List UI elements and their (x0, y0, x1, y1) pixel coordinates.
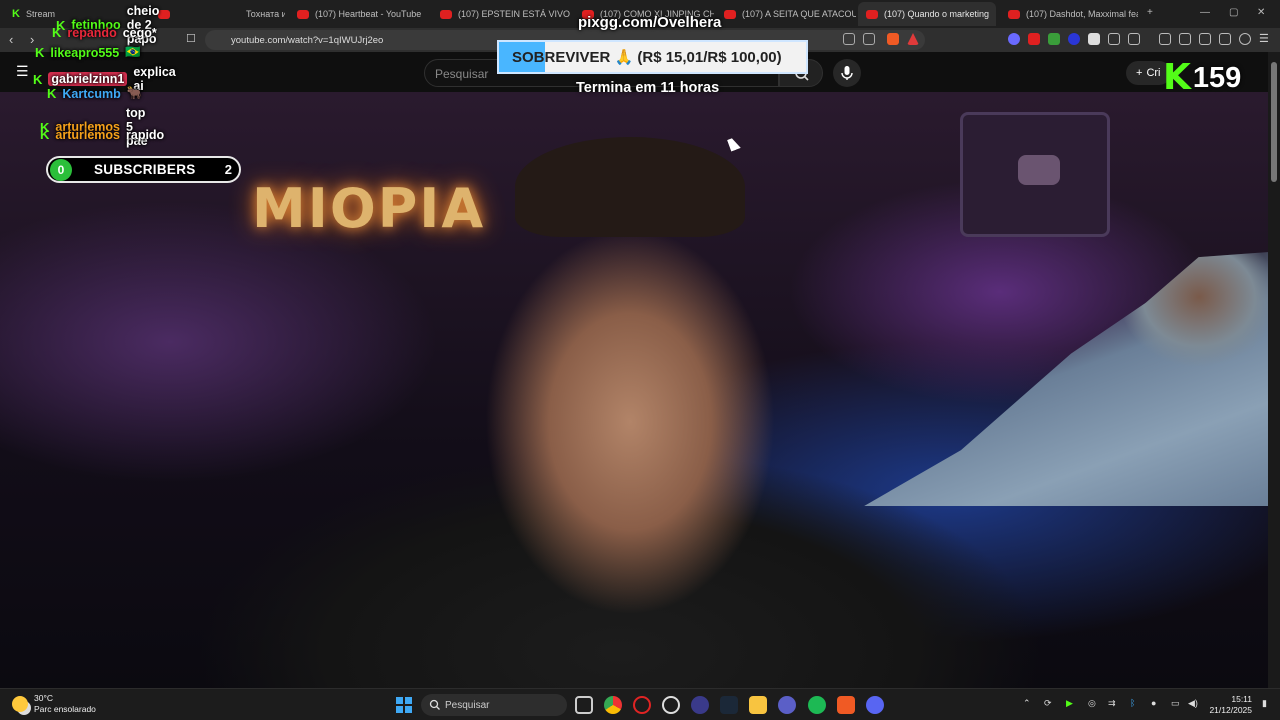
extension-icon[interactable] (1048, 33, 1060, 45)
donation-timer: Termina em 11 horas (576, 80, 720, 96)
cast-icon[interactable] (843, 33, 855, 45)
sync-icon[interactable]: ⟳ (1044, 698, 1052, 709)
taskbar-search[interactable]: Pesquisar (421, 694, 567, 716)
brave-shield-icon[interactable] (887, 33, 899, 45)
youtube-icon (1008, 9, 1020, 19)
kick-logo-icon: K (1163, 57, 1191, 98)
presenter-hair (515, 137, 745, 237)
tab-quando-marketing[interactable]: (107) Quando o marketing ✕ (858, 2, 996, 26)
kick-badge-icon: K (40, 127, 50, 142)
kick-badge-icon: K (47, 86, 57, 101)
new-tab-icon[interactable]: + (1147, 7, 1153, 18)
search-icon (429, 699, 440, 710)
back-icon[interactable]: ‹ (9, 32, 13, 47)
tab-kick-stream[interactable]: K Stream (4, 2, 56, 26)
subscriber-goal: 2 (224, 162, 232, 177)
app-icon[interactable] (691, 696, 709, 714)
app-icon[interactable] (778, 696, 796, 714)
scrollbar-thumb[interactable] (1271, 62, 1277, 182)
task-view-icon[interactable] (575, 696, 593, 714)
kick-badge-icon: K (33, 71, 43, 87)
play-icon[interactable]: ▶ (1066, 698, 1073, 709)
youtube-icon (158, 9, 170, 19)
page-scrollbar[interactable] (1268, 52, 1280, 688)
donation-url: pixgg.com/Ovelhera (578, 14, 722, 31)
show-hidden-icons[interactable]: ⌃ (1023, 698, 1031, 709)
extension-icon[interactable] (1068, 33, 1080, 45)
notification-icon[interactable]: ▮ (1262, 698, 1267, 709)
background-screen (960, 112, 1110, 237)
viewer-count: 159 (1192, 61, 1242, 94)
chrome-icon[interactable] (604, 696, 622, 714)
neon-sign: MIOPIA (252, 177, 486, 240)
obs-icon[interactable] (662, 696, 680, 714)
plus-icon: + (1136, 67, 1143, 79)
weather-widget[interactable]: 30°C Parc ensolarado (12, 693, 96, 715)
youtube-icon (440, 9, 452, 19)
extension-icon[interactable] (1088, 33, 1100, 45)
desktop-screen: K Stream Тоxната и фу (107) Heartbeat - … (0, 0, 1280, 720)
minimize-icon[interactable]: — (1200, 7, 1210, 18)
viewer-count-widget: K 159 (1163, 60, 1241, 96)
file-explorer-icon[interactable] (749, 696, 767, 714)
donation-goal-title: SOBREVIVER 🙏 (R$ 15,01/R$ 100,00) (512, 49, 782, 66)
tab-epstein[interactable]: (107) EPSTEIN ESTÁ VIVO E EU (432, 2, 572, 26)
menu-icon[interactable]: ☰ (1259, 32, 1269, 45)
discord-icon[interactable] (866, 696, 884, 714)
screenshot-icon[interactable] (1128, 33, 1140, 45)
tab-heartbeat[interactable]: (107) Heartbeat - YouTube (289, 2, 429, 26)
tray-icon[interactable]: ⇉ (1108, 698, 1116, 709)
leo-ai-icon[interactable] (1219, 33, 1231, 45)
volume-icon[interactable]: ◀) (1188, 698, 1198, 709)
clock[interactable]: 15:11 21/12/2025 (1207, 694, 1252, 716)
forward-icon[interactable]: › (30, 32, 34, 47)
chat-message: K repando cego* (52, 25, 157, 40)
brave-icon[interactable] (837, 696, 855, 714)
kick-icon: K (12, 8, 20, 20)
microphone-icon (841, 66, 853, 80)
weather-icon (12, 696, 28, 712)
window-close-icon[interactable]: ✕ (1257, 7, 1265, 18)
opera-icon[interactable] (633, 696, 651, 714)
microphone-icon[interactable]: ● (1151, 698, 1156, 708)
kick-badge-icon: K (52, 25, 62, 40)
kick-badge-icon: K (35, 45, 45, 60)
subscriber-label: SUBSCRIBERS (94, 162, 196, 177)
vpn-icon[interactable] (1239, 33, 1251, 45)
play-icon (1018, 155, 1060, 185)
subscriber-goal-widget: 0 SUBSCRIBERS 2 (46, 156, 241, 183)
youtube-icon (724, 9, 736, 19)
tray-icon[interactable]: ◎ (1088, 698, 1096, 709)
extension-icon[interactable] (1028, 33, 1040, 45)
spotify-icon[interactable] (808, 696, 826, 714)
media-icon[interactable] (1159, 33, 1171, 45)
chat-message: K arturlemos rapido (40, 127, 165, 142)
bookmark-icon[interactable]: ☐ (186, 32, 196, 45)
chat-message: K Kartcumb 🐂 (47, 86, 143, 101)
tab-dashdot[interactable]: (107) Dashdot, Maxximal feat (1000, 2, 1138, 26)
youtube-icon (297, 9, 309, 19)
network-icon[interactable]: ▭ (1171, 698, 1180, 709)
tab-youtube-1[interactable]: Тоxната и фу (150, 2, 285, 26)
youtube-icon (866, 9, 878, 19)
voice-search-button[interactable] (833, 59, 861, 87)
share-icon[interactable] (863, 33, 875, 45)
wallet-icon[interactable] (1199, 33, 1211, 45)
bluetooth-icon[interactable]: ᛒ (1130, 698, 1135, 708)
donation-goal-bar: SOBREVIVER 🙏 (R$ 15,01/R$ 100,00) (497, 40, 808, 74)
hamburger-menu-icon[interactable]: ☰ (16, 63, 29, 80)
tab-seita[interactable]: (107) A SEITA QUE ATACOU O (716, 2, 856, 26)
windows-start-button[interactable] (396, 697, 412, 713)
chat-message: K likeapro555 🇧🇷 (35, 45, 141, 60)
subscriber-count: 0 (50, 158, 72, 181)
extensions-puzzle-icon[interactable] (1108, 33, 1120, 45)
maximize-icon[interactable]: ▢ (1229, 7, 1238, 18)
steam-icon[interactable] (720, 696, 738, 714)
windows-taskbar: 30°C Parc ensolarado Pesquisar ⌃ ⟳ ▶ ◎ ⇉… (0, 688, 1280, 720)
sidebar-icon[interactable] (1179, 33, 1191, 45)
extension-icon[interactable] (1008, 33, 1020, 45)
